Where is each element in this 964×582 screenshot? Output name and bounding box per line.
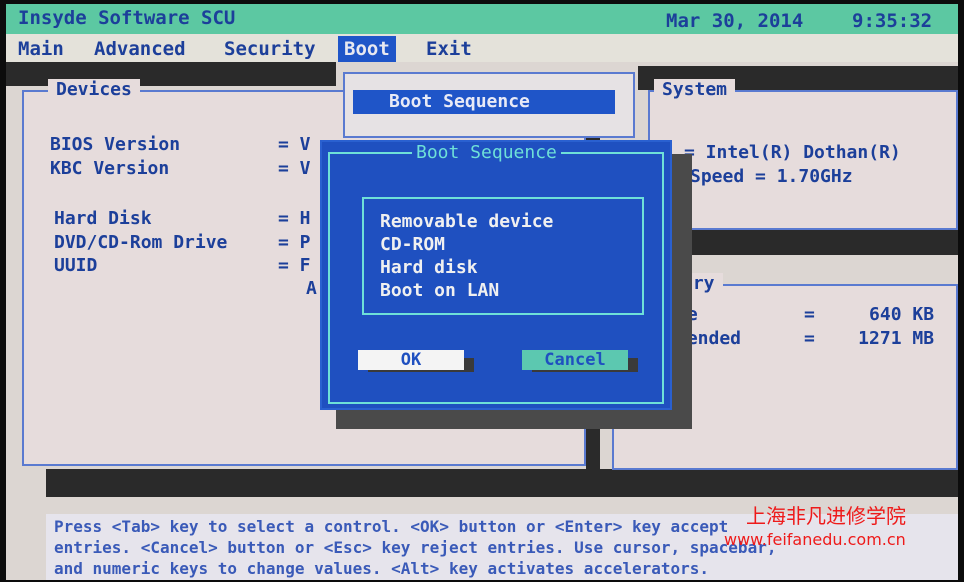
row-value: = P: [278, 232, 311, 253]
row-label: DVD/CD-Rom Drive: [54, 232, 228, 253]
row-value: = V: [278, 158, 311, 179]
boot-submenu: Boot Sequence: [343, 72, 635, 138]
menu-boot[interactable]: Boot: [338, 36, 396, 62]
list-item[interactable]: Removable device: [380, 211, 553, 232]
date: Mar 30, 2014: [666, 10, 804, 32]
row-value: = V: [278, 134, 311, 155]
watermark-url: www.feifanedu.com.cn: [724, 530, 906, 549]
row-value: = 640 KB: [804, 304, 935, 325]
row-label: UUID: [54, 255, 98, 276]
menu-main[interactable]: Main: [12, 36, 70, 62]
bios-screen: Insyde Software SCU Mar 30, 2014 9:35:32…: [6, 4, 958, 580]
boot-sequence-dialog: Boot Sequence Removable device CD-ROM Ha…: [320, 140, 672, 410]
list-item[interactable]: CD-ROM: [380, 234, 445, 255]
row-label: Hard Disk: [54, 208, 152, 229]
app-title: Insyde Software SCU: [18, 7, 236, 29]
cpu-speed: Speed = 1.70GHz: [690, 166, 853, 187]
system-panel: System = Intel(R) Dothan(R) Speed = 1.70…: [648, 79, 958, 230]
boot-order-list[interactable]: Removable device CD-ROM Hard disk Boot o…: [362, 197, 644, 315]
shadow: [46, 469, 958, 497]
ok-button[interactable]: OK: [358, 350, 464, 370]
row-value: = H: [278, 208, 311, 229]
watermark: 上海非凡进修学院: [746, 504, 906, 528]
devices-title: Devices: [48, 79, 140, 100]
time: 9:35:32: [852, 10, 933, 32]
menu-exit[interactable]: Exit: [420, 36, 478, 62]
row-value: A: [306, 278, 317, 299]
menu-security[interactable]: Security: [218, 36, 322, 62]
row-value: = F: [278, 255, 311, 276]
menu-bar: Main Advanced Security Boot Exit: [6, 34, 958, 62]
row-value: = 1271 MB: [804, 328, 935, 349]
dialog-title: Boot Sequence: [412, 142, 561, 163]
cancel-button[interactable]: Cancel: [522, 350, 628, 370]
system-title: System: [654, 79, 736, 100]
row-label: KBC Version: [50, 158, 170, 179]
list-item[interactable]: Boot on LAN: [380, 280, 499, 301]
row-label: BIOS Version: [50, 134, 181, 155]
boot-sequence-item[interactable]: Boot Sequence: [353, 90, 615, 114]
title-bar: Insyde Software SCU Mar 30, 2014 9:35:32: [6, 4, 958, 34]
help-line: and numeric keys to change values. <Alt>…: [54, 559, 710, 578]
cpu-info: = Intel(R) Dothan(R): [684, 142, 901, 163]
menu-advanced[interactable]: Advanced: [88, 36, 192, 62]
list-item[interactable]: Hard disk: [380, 257, 478, 278]
